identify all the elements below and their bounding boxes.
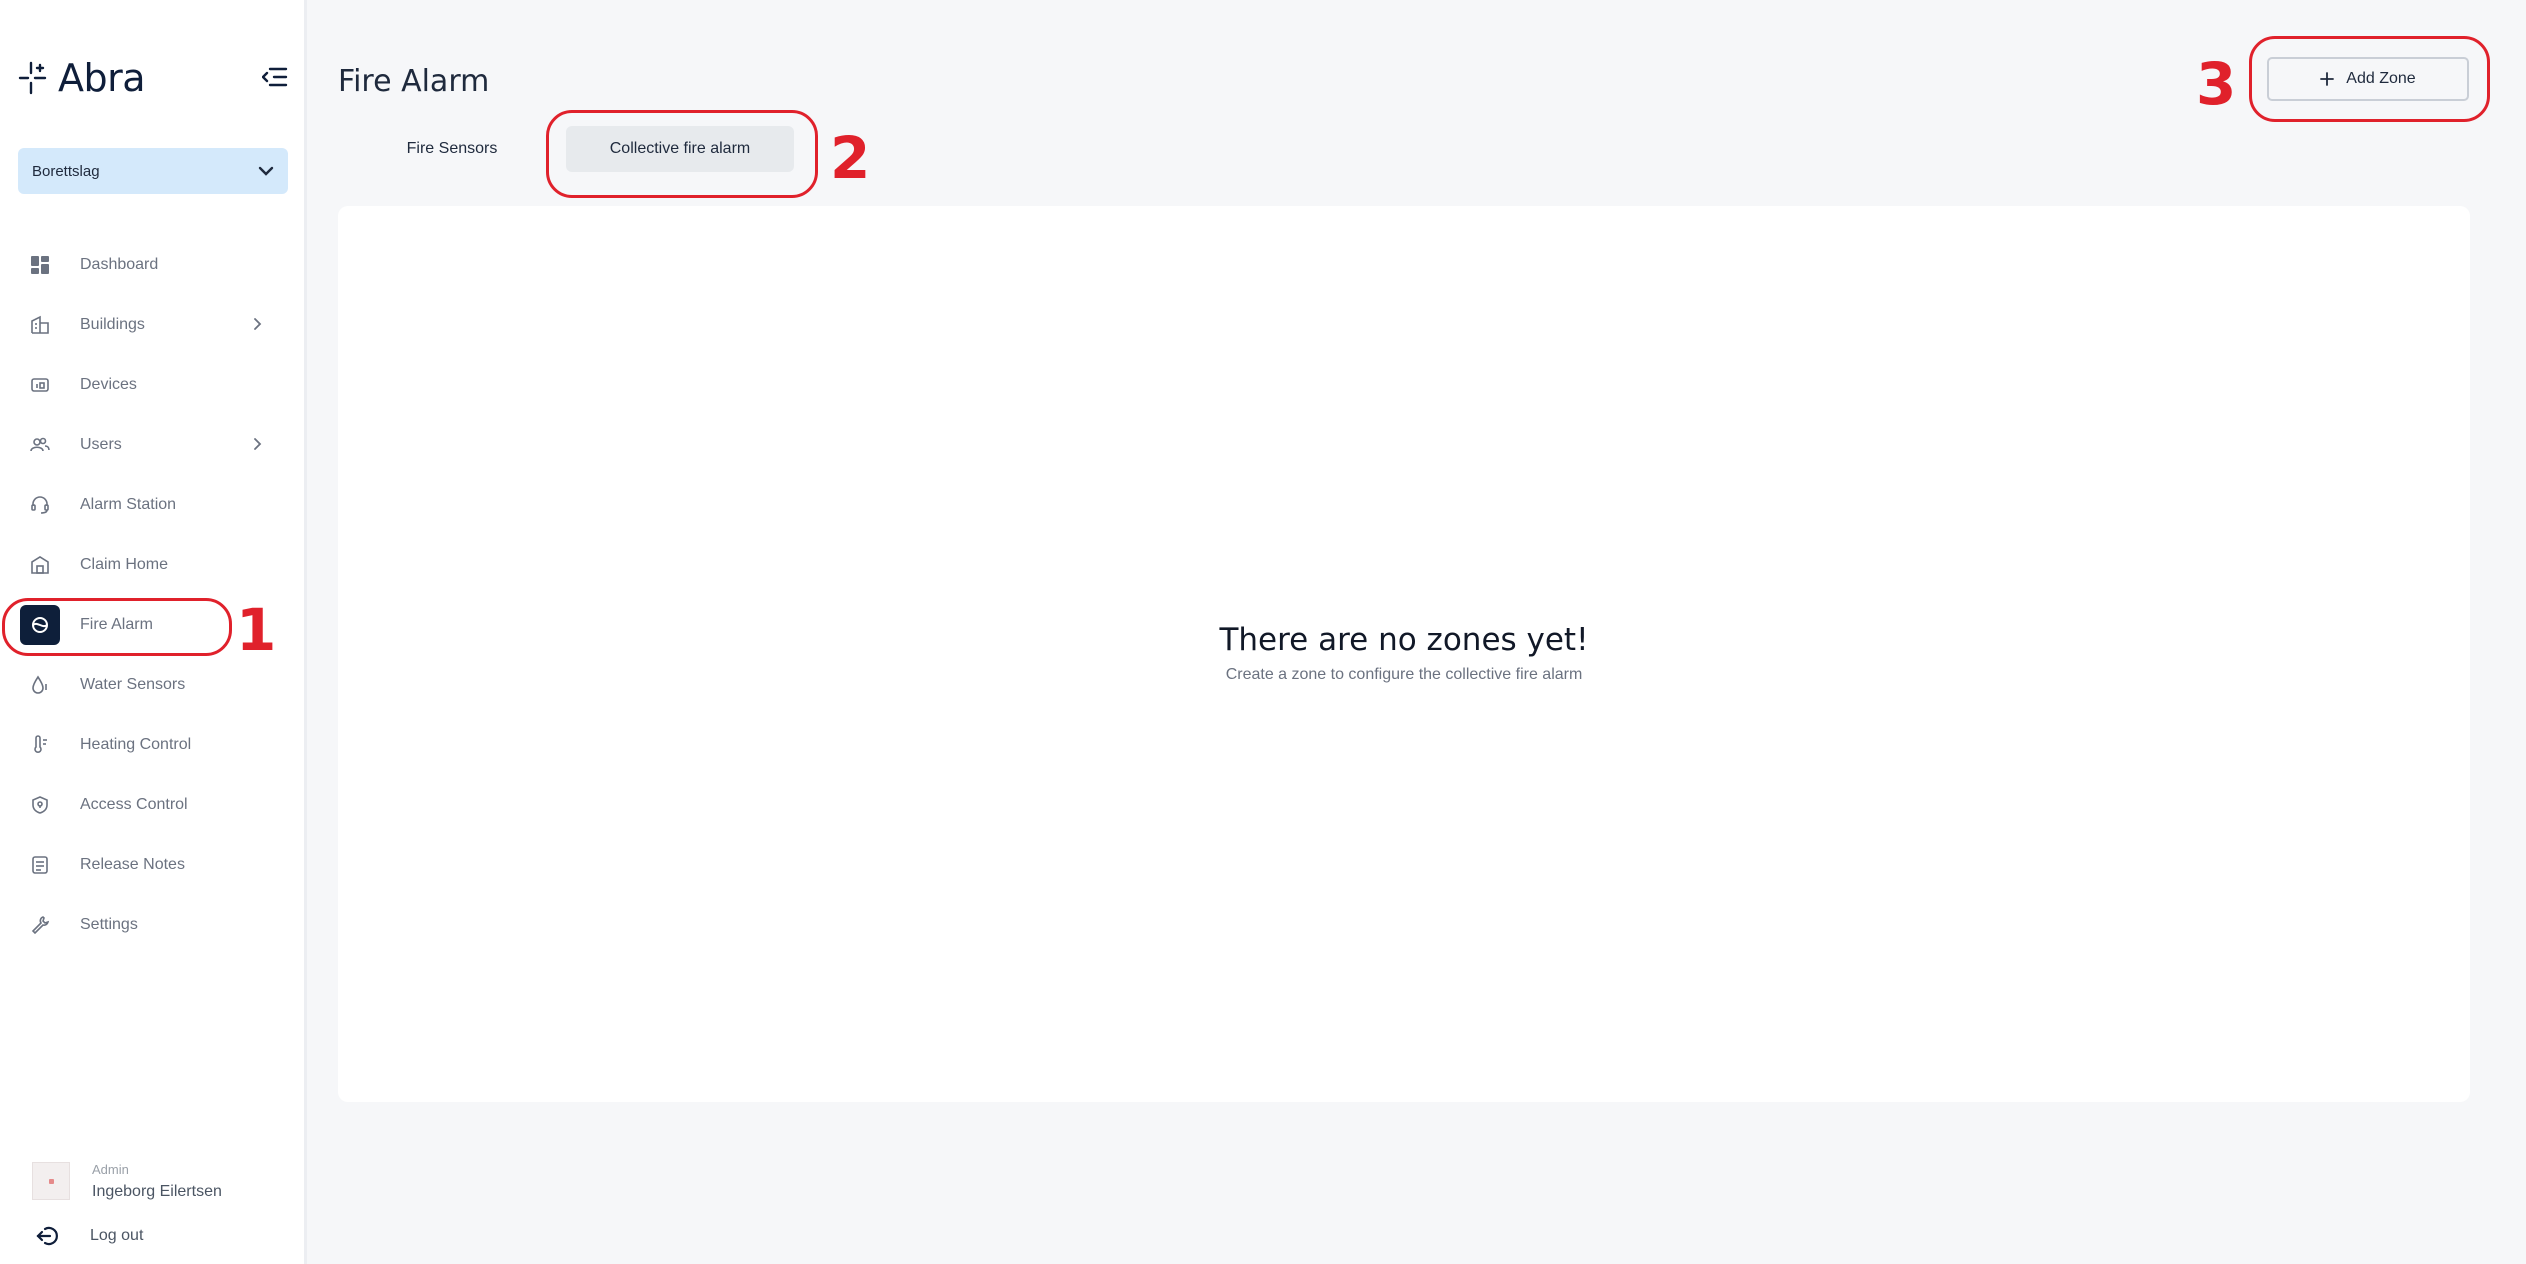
page-title: Fire Alarm [338, 64, 490, 99]
app-name: Abra [58, 56, 146, 100]
sidebar-item-label: Alarm Station [80, 496, 177, 513]
sidebar-item-label: Users [80, 436, 122, 453]
chevron-down-icon [258, 166, 274, 176]
shield-icon [20, 785, 60, 825]
wrench-icon [20, 905, 60, 945]
organization-select-value: Borettslag [32, 162, 100, 180]
abra-logo-icon [18, 61, 47, 95]
chevron-right-icon [254, 318, 262, 330]
menu-collapse-icon [261, 67, 288, 87]
sidebar-item-label: Release Notes [80, 856, 185, 873]
devices-icon [20, 365, 60, 405]
sidebar-item-label: Settings [80, 916, 138, 933]
building-icon [20, 305, 60, 345]
home-icon [20, 545, 60, 585]
annotation-number-1: 1 [236, 596, 277, 664]
empty-state-subtitle: Create a zone to configure the collectiv… [1225, 666, 1583, 683]
sidebar-item-release-notes[interactable]: Release Notes [32, 845, 272, 885]
sidebar-item-label: Access Control [80, 796, 188, 813]
empty-state-title: There are no zones yet! [1219, 622, 1589, 658]
sidebar-item-buildings[interactable]: Buildings [31, 305, 272, 345]
sidebar-item-label: Devices [80, 376, 137, 393]
water-drop-icon [20, 665, 60, 705]
annotation-number-2: 2 [830, 124, 871, 192]
logout-icon [36, 1226, 58, 1246]
tab-fire-sensors[interactable]: Fire Sensors [376, 126, 528, 172]
dashboard-icon [20, 245, 60, 285]
zones-panel: There are no zones yet! Create a zone to… [338, 206, 2470, 1102]
notes-icon [20, 845, 60, 885]
sidebar-item-access-control[interactable]: Access Control [32, 785, 272, 825]
annotation-number-3: 3 [2196, 50, 2237, 118]
sidebar-item-label: Buildings [80, 316, 145, 333]
sidebar-item-alarm-station[interactable]: Alarm Station [31, 485, 272, 525]
sidebar-item-label: Water Sensors [80, 676, 186, 693]
logout-label: Log out [90, 1227, 144, 1244]
logo[interactable]: Abra [18, 56, 146, 100]
sidebar-item-claim-home[interactable]: Claim Home [31, 545, 272, 585]
sidebar-item-water-sensors[interactable]: Water Sensors [32, 665, 272, 705]
annotation-circle-1 [2, 598, 232, 656]
sidebar-item-label: Heating Control [80, 736, 192, 753]
chevron-right-icon [254, 438, 262, 450]
annotation-circle-3 [2249, 36, 2490, 122]
sidebar-item-users[interactable]: Users [30, 425, 272, 465]
thermometer-icon [20, 725, 60, 765]
sidebar-item-settings[interactable]: Settings [31, 905, 272, 945]
sidebar-item-devices[interactable]: Devices [31, 365, 272, 405]
sidebar-item-label: Claim Home [80, 556, 169, 573]
sidebar-item-label: Dashboard [80, 256, 159, 273]
sidebar-item-dashboard[interactable]: Dashboard [31, 245, 272, 285]
avatar [32, 1162, 70, 1200]
organization-select[interactable]: Borettslag [18, 148, 288, 194]
user-name: Ingeborg Eilertsen [92, 1183, 222, 1200]
user-role: Admin [92, 1162, 129, 1177]
users-icon [20, 425, 60, 465]
collapse-sidebar-button[interactable] [261, 66, 290, 90]
logout-button[interactable]: Log out [36, 1225, 143, 1247]
headset-icon [20, 485, 60, 525]
annotation-circle-2 [546, 110, 818, 198]
sidebar-item-heating-control[interactable]: Heating Control [32, 725, 272, 765]
user-profile[interactable]: Admin Ingeborg Eilertsen [32, 1162, 222, 1201]
